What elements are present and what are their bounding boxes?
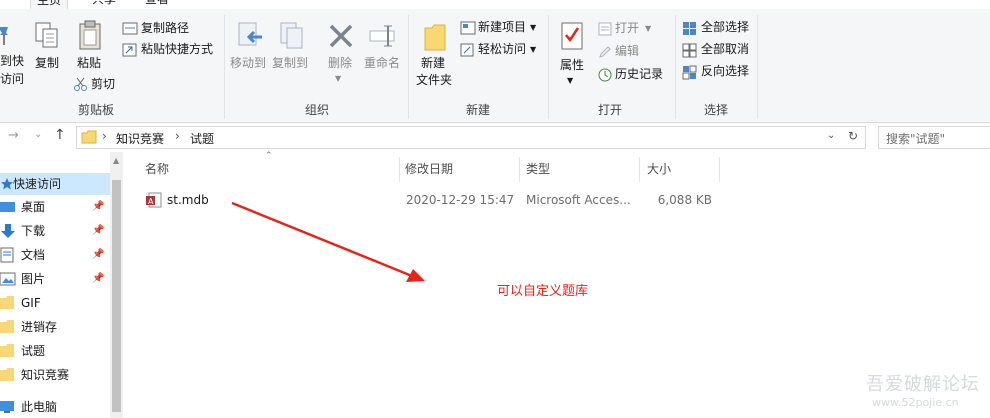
watermark-text: 吾爱破解论坛 (866, 374, 980, 395)
annotation-arrow (231, 201, 425, 282)
watermark-url: www.52pojie.cn (872, 396, 959, 409)
annotation-text: 可以自定义题库 (497, 284, 589, 299)
